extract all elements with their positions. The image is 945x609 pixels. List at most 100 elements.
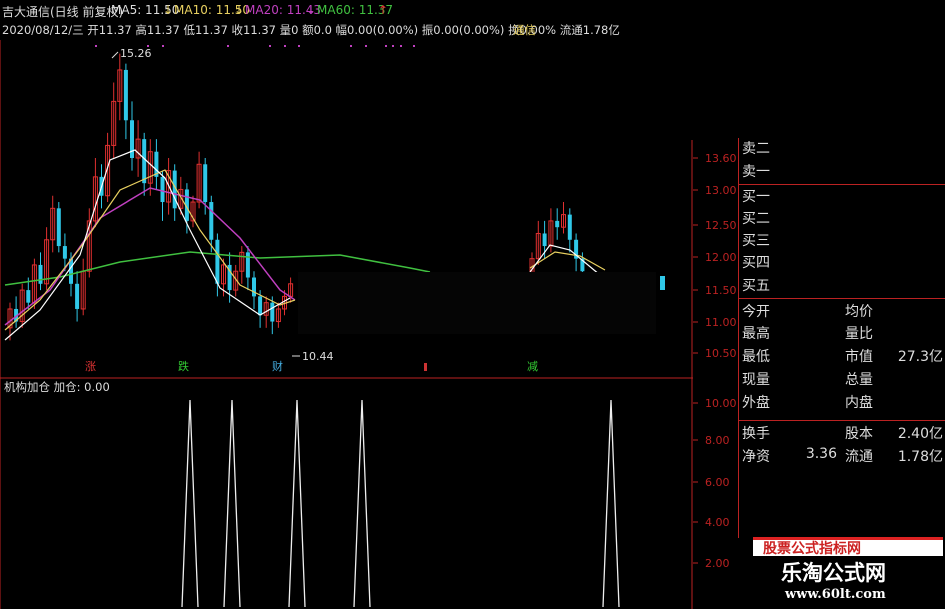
stat-value: 2.40亿 <box>897 426 943 442</box>
buy-5-label: 买五 <box>742 278 770 294</box>
indicator-spike <box>181 399 199 608</box>
stat-label: 市值 <box>845 349 873 365</box>
price-tick-label: 11.50 <box>705 284 737 297</box>
ma10-arrow: ↓ <box>234 3 245 17</box>
candle-body <box>56 208 61 247</box>
signal-dot <box>385 45 387 47</box>
stat-label: 内盘 <box>845 395 873 411</box>
signal-dot <box>413 45 415 47</box>
chart-header: 吉大通信(日线 前复权) MA5: 11.50 ↓ MA10: 11.50 ↓ … <box>0 0 620 40</box>
candle-body <box>252 277 256 297</box>
stat-value: 3.36 <box>805 446 837 462</box>
buy-1-label: 买一 <box>742 189 770 205</box>
signal-dot <box>392 45 394 47</box>
indicator-tick-label: 8.00 <box>705 434 730 447</box>
stat-label: 换手 <box>742 426 770 442</box>
signal-dot <box>350 45 352 47</box>
low-marker: 10.44 <box>292 350 334 363</box>
event-label-cai: 财 <box>272 359 283 373</box>
signal-dot <box>227 45 229 47</box>
stat-label: 最低 <box>742 349 770 365</box>
ma10-segment <box>529 251 606 271</box>
redacted-area <box>298 272 656 334</box>
signal-dot <box>400 45 402 47</box>
price-tick-label: 13.60 <box>705 152 737 165</box>
stat-label: 最高 <box>742 326 770 342</box>
price-tick-label: 11.00 <box>705 316 737 329</box>
ma20-arrow: ↓ <box>306 3 317 17</box>
candle-body <box>209 202 214 240</box>
candle-body <box>75 283 80 309</box>
indicator-tick-label: 4.00 <box>705 516 730 529</box>
candle-body <box>258 296 263 316</box>
price-axis: 13.60 13.00 12.50 12.00 11.50 11.00 10.50 10.00… <box>693 152 737 570</box>
candle-body <box>38 264 43 284</box>
signal-dot <box>365 45 367 47</box>
stat-label: 现量 <box>742 372 770 388</box>
signal-dot <box>95 45 97 47</box>
signal-dot <box>269 45 271 47</box>
buy-3-label: 买三 <box>742 233 770 249</box>
buy-2-label: 买二 <box>742 211 770 227</box>
sell-1-label: 卖一 <box>742 164 770 180</box>
indicator-spike <box>223 399 241 608</box>
candle-body <box>123 69 128 121</box>
low-label: 10.44 <box>302 350 334 363</box>
candle-body <box>26 290 31 303</box>
watermark-banner: 股票公式指标网 <box>763 541 861 557</box>
stat-label: 量比 <box>845 326 873 342</box>
redacted-area <box>535 0 945 140</box>
high-marker: 15.26 <box>111 47 152 60</box>
buy-4-label: 买四 <box>742 255 770 271</box>
ma5-arrow: ↓ <box>163 3 174 17</box>
indicator-spike <box>288 399 306 608</box>
ma5-line <box>4 149 291 341</box>
stat-label: 股本 <box>845 426 873 442</box>
candle-body <box>555 220 560 228</box>
candle-body <box>270 302 275 322</box>
sell-2-label: 卖二 <box>742 141 770 157</box>
event-label-zhang: 涨 <box>85 360 96 373</box>
stat-label: 流通 <box>845 449 873 465</box>
ma60-arrow: ↑ <box>378 3 389 17</box>
stat-label: 净资 <box>742 449 770 465</box>
indicator-spikes <box>181 399 620 608</box>
quote-panel: 卖二 卖一 买一 买二 买三 买四 买五 今开 均价 最高 量比 最低 市值 2… <box>738 138 945 538</box>
indicator-spike <box>602 399 620 608</box>
stat-value: 27.3亿 <box>897 349 943 365</box>
candle-body <box>567 214 572 240</box>
price-tick-label: 12.50 <box>705 219 737 232</box>
stat-label: 总量 <box>845 372 873 388</box>
indicator-tick-label: 10.00 <box>705 397 737 410</box>
signal-dot <box>284 45 286 47</box>
candle-body <box>660 276 665 290</box>
stat-label: 均价 <box>845 304 873 320</box>
indicator-spike <box>353 399 371 608</box>
signal-dot <box>147 45 149 47</box>
signal-dot <box>298 45 300 47</box>
price-tick-label: 12.00 <box>705 251 737 264</box>
candle-body <box>142 139 147 184</box>
stat-label: 今开 <box>742 304 770 320</box>
watermark-url: www.60lt.com <box>785 587 886 602</box>
indicator-tick-label: 2.00 <box>705 557 730 570</box>
candle-body <box>542 233 547 247</box>
candle-body <box>203 164 208 203</box>
event-label-jian: 减 <box>527 360 538 373</box>
price-tick-label: 10.50 <box>705 347 737 360</box>
stat-value: 1.78亿 <box>897 449 943 465</box>
candle-body <box>215 239 220 284</box>
price-tick-label: 13.00 <box>705 184 737 197</box>
quote-info-tail: 通信 <box>513 23 536 37</box>
watermark: 股票公式指标网 乐淘公式网 www.60lt.com <box>745 535 945 609</box>
candle-body <box>160 176 165 203</box>
event-label-die: 跌 <box>178 359 189 373</box>
high-label: 15.26 <box>120 47 152 60</box>
candle-body <box>62 246 67 259</box>
watermark-name: 乐淘公式网 <box>781 561 886 585</box>
indicator-title: 机构加仓 加仓: 0.00 <box>4 380 110 394</box>
stat-label: 外盘 <box>742 395 770 411</box>
indicator-tick-label: 6.00 <box>705 476 730 489</box>
signal-dot <box>162 45 164 47</box>
stock-title: 吉大通信(日线 前复权) <box>2 5 124 19</box>
